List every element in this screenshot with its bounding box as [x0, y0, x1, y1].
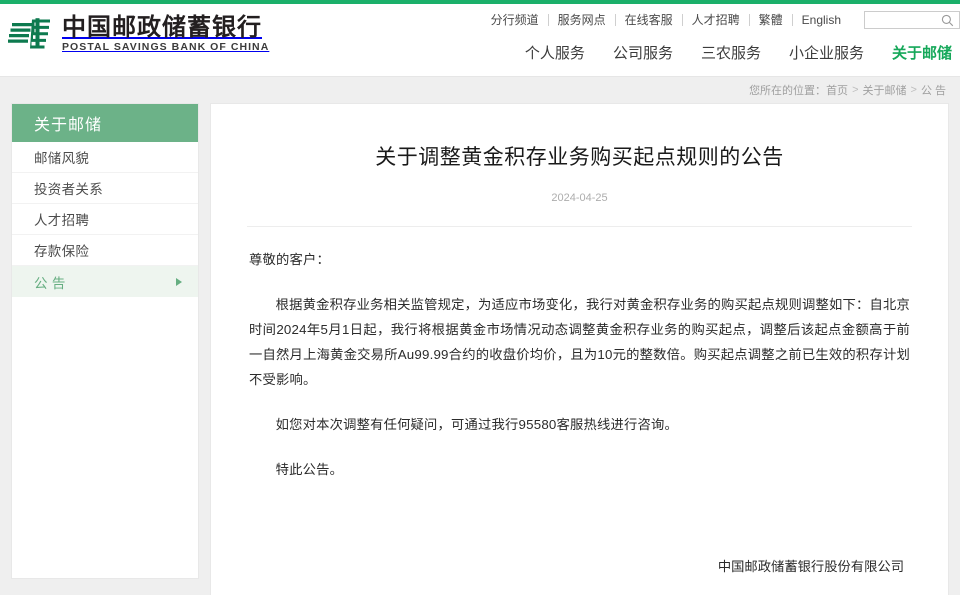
article-paragraph-closing: 特此公告。: [275, 462, 344, 477]
util-link-service-outlets[interactable]: 服务网点: [549, 13, 615, 27]
logo-name-cn: 中国邮政储蓄银行: [62, 13, 262, 41]
nav-item-corporate[interactable]: 公司服务: [613, 44, 673, 64]
sidebar-item-label: 邮储风貌: [34, 151, 90, 166]
sidebar-item-recruitment[interactable]: 人才招聘: [12, 204, 198, 235]
logo-text: 中国邮政储蓄银行 POSTAL SAVINGS BANK OF CHINA: [62, 13, 270, 54]
main-nav: 个人服务 公司服务 三农服务 小企业服务 关于邮储: [525, 44, 952, 64]
title-divider: [247, 226, 912, 227]
nav-item-agriculture[interactable]: 三农服务: [701, 44, 761, 64]
article-paragraph-salutation: 尊敬的客户：: [249, 252, 330, 267]
sidebar-item-psbc-profile[interactable]: 邮储风貌: [12, 142, 198, 173]
sidebar-item-label: 人才招聘: [34, 213, 90, 228]
sidebar-title: 关于邮储: [12, 104, 198, 142]
site-logo[interactable]: 中国邮政储蓄银行 POSTAL SAVINGS BANK OF CHINA: [8, 14, 269, 54]
article-signature-org: 中国邮政储蓄银行股份有限公司: [717, 559, 904, 574]
util-link-english[interactable]: English: [793, 13, 850, 27]
sidebar-item-announcement[interactable]: 公 告: [12, 266, 198, 297]
utility-nav: 分行频道 服务网点 在线客服 人才招聘 繁體 English: [482, 10, 960, 30]
breadcrumb-item-announcement: 公 告: [920, 85, 946, 97]
body-wrap: 关于邮储 邮储风貌 投资者关系 人才招聘 存款保险 公 告 关于调整黄金积存业务…: [0, 103, 960, 595]
arrow-right-icon: [176, 277, 182, 286]
breadcrumb-separator: >: [910, 84, 917, 96]
sidebar-item-investor-relations[interactable]: 投资者关系: [12, 173, 198, 204]
breadcrumb: 您所在的位置： 首页 > 关于邮储 > 公 告: [0, 77, 960, 103]
util-link-branch-channel[interactable]: 分行频道: [482, 13, 548, 27]
sidebar: 关于邮储 邮储风貌 投资者关系 人才招聘 存款保险 公 告: [11, 103, 199, 579]
article-date: 2024-04-25: [551, 192, 608, 204]
article-paragraph-rule-change: 根据黄金积存业务相关监管规定，为适应市场变化，我行对黄金积存业务的购买起点规则调…: [249, 297, 910, 387]
sidebar-item-label: 公 告: [34, 275, 66, 291]
search-box[interactable]: [864, 11, 960, 29]
breadcrumb-separator: >: [852, 84, 859, 96]
util-link-traditional-chinese[interactable]: 繁體: [750, 13, 792, 27]
nav-item-personal[interactable]: 个人服务: [525, 44, 585, 64]
page-root: 中国邮政储蓄银行 POSTAL SAVINGS BANK OF CHINA 分行…: [0, 0, 960, 595]
page-title: 关于调整黄金积存业务购买起点规则的公告: [375, 146, 784, 169]
psbc-logo-icon: [8, 18, 50, 49]
article-panel: 关于调整黄金积存业务购买起点规则的公告 2024-04-25 尊敬的客户： 根据…: [210, 103, 949, 595]
article-paragraph-hotline: 如您对本次调整有任何疑问，可通过我行95580客服热线进行咨询。: [275, 417, 678, 432]
breadcrumb-item-about-psbc[interactable]: 关于邮储: [863, 82, 907, 98]
site-header: 中国邮政储蓄银行 POSTAL SAVINGS BANK OF CHINA 分行…: [0, 4, 960, 77]
breadcrumb-item-home[interactable]: 首页: [826, 82, 848, 98]
util-link-online-service[interactable]: 在线客服: [616, 13, 682, 27]
sidebar-item-label: 存款保险: [34, 244, 90, 259]
logo-name-en: POSTAL SAVINGS BANK OF CHINA: [62, 40, 270, 53]
breadcrumb-prefix: 您所在的位置：: [749, 85, 827, 97]
util-link-recruitment[interactable]: 人才招聘: [683, 13, 749, 27]
sidebar-item-deposit-insurance[interactable]: 存款保险: [12, 235, 198, 266]
search-icon[interactable]: [941, 14, 954, 27]
article-body: 尊敬的客户： 根据黄金积存业务相关监管规定，为适应市场变化，我行对黄金积存业务的…: [247, 247, 912, 595]
sidebar-item-label: 投资者关系: [34, 182, 103, 197]
nav-item-small-business[interactable]: 小企业服务: [789, 44, 864, 64]
nav-item-about-psbc[interactable]: 关于邮储: [892, 44, 952, 64]
search-input[interactable]: [865, 12, 939, 28]
